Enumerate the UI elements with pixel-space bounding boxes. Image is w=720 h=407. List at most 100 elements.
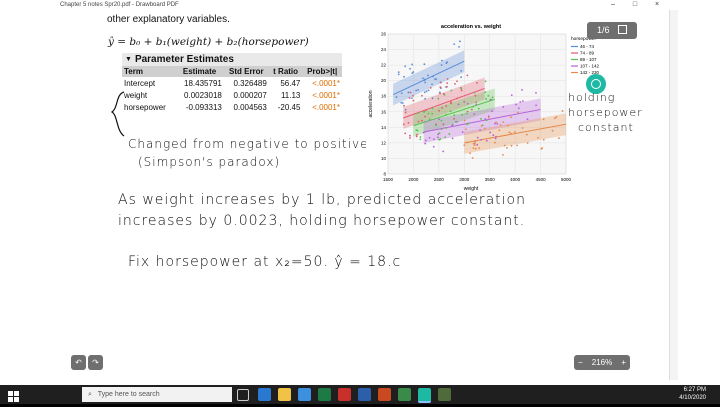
maximize-button[interactable]: □ [624, 0, 646, 10]
y-tick-label: 24 [381, 47, 387, 52]
data-point [473, 113, 476, 116]
data-point [416, 133, 418, 136]
y-tick-label: 16 [381, 109, 387, 114]
data-point [401, 102, 404, 104]
data-point [446, 85, 448, 88]
data-point [494, 141, 496, 144]
store-icon[interactable] [298, 388, 311, 401]
data-point [510, 116, 513, 119]
data-point [435, 78, 437, 80]
data-point [455, 120, 457, 123]
data-point [474, 140, 477, 142]
data-point [439, 92, 441, 95]
task-view-icon[interactable] [237, 389, 249, 401]
data-point [443, 93, 446, 96]
data-point [415, 129, 418, 131]
data-point [473, 144, 476, 146]
app-icon[interactable] [438, 388, 451, 401]
data-point [485, 119, 488, 122]
data-point [460, 76, 463, 79]
data-point [423, 91, 426, 94]
zoom-control: − 216% + [574, 355, 630, 370]
x-tick-label: 3000 [459, 177, 470, 182]
search-placeholder: Type here to search [97, 391, 160, 398]
data-point [457, 103, 460, 106]
zoom-out-button[interactable]: − [578, 355, 583, 370]
app-icon[interactable] [398, 388, 411, 401]
t-ratio-cell: 11.13 [280, 90, 301, 100]
data-point [451, 124, 453, 127]
data-point [487, 116, 490, 119]
data-point [432, 75, 434, 78]
data-point [521, 100, 524, 103]
note-line: (Simpson's paradox) [138, 155, 281, 169]
data-point [460, 69, 462, 72]
powerpoint-icon[interactable] [378, 388, 391, 401]
data-point [412, 99, 415, 102]
zoom-in-button[interactable]: + [621, 355, 626, 370]
taskbar-search[interactable]: ⌕ Type here to search [82, 387, 232, 402]
data-point [510, 144, 513, 147]
data-point [525, 133, 528, 136]
x-tick-label: 4000 [510, 177, 521, 182]
data-point [424, 81, 427, 84]
redo-button[interactable]: ↷ [88, 355, 103, 370]
regression-equation: ŷ = b₀ + b₁(weight) + b₂(horsepower) [108, 36, 309, 48]
data-point [423, 110, 426, 113]
drawboard-icon[interactable] [418, 388, 431, 403]
data-point [453, 43, 456, 46]
minimize-button[interactable]: – [602, 0, 624, 10]
x-tick-label: 2000 [408, 177, 419, 182]
data-point [431, 107, 434, 110]
table-row: weight 0.0023018 0.000207 11.13 <.0001* [122, 89, 342, 101]
collapse-triangle-icon[interactable]: ▼ [125, 56, 132, 63]
data-point [537, 136, 539, 139]
data-point [422, 131, 425, 134]
system-clock[interactable]: 6:27 PM 4/10/2020 [679, 386, 706, 402]
data-point [404, 132, 407, 135]
p-value-cell: <.0001* [312, 90, 340, 100]
data-point [402, 123, 405, 126]
data-point [558, 137, 560, 140]
data-point [421, 119, 423, 122]
data-point [476, 136, 479, 139]
pdf-reader-icon[interactable] [338, 388, 351, 401]
estimate-cell: -0.093313 [185, 102, 222, 112]
data-point [472, 105, 474, 108]
data-point [519, 101, 522, 103]
data-point [403, 75, 405, 78]
close-button[interactable]: × [646, 0, 668, 10]
term-cell: weight [124, 90, 148, 100]
windows-start-icon[interactable] [8, 389, 19, 402]
edge-icon[interactable] [258, 388, 271, 401]
data-point [466, 110, 469, 113]
handwritten-bracket [110, 91, 125, 137]
data-point [432, 145, 435, 148]
data-point [474, 94, 477, 97]
data-point [463, 100, 466, 103]
data-point [453, 117, 455, 120]
grid-view-icon[interactable] [618, 25, 628, 34]
word-icon[interactable] [358, 388, 371, 401]
handwritten-statement: As weight increases by 1 lb, predicted a… [118, 190, 526, 232]
undo-button[interactable]: ↶ [71, 355, 86, 370]
data-point [409, 67, 411, 70]
data-point [489, 131, 492, 134]
data-point [417, 120, 420, 123]
data-point [431, 97, 434, 100]
handwritten-note-holding: holding horsepower constant [568, 90, 643, 135]
file-explorer-icon[interactable] [278, 388, 291, 401]
data-point [484, 80, 487, 83]
excel-icon[interactable] [318, 388, 331, 401]
data-point [513, 131, 516, 133]
x-tick-label: 4500 [536, 177, 547, 182]
data-point [515, 103, 517, 106]
data-point [516, 144, 519, 147]
page-indicator[interactable]: 1/6 [587, 22, 637, 39]
data-point [502, 154, 504, 156]
data-point [424, 97, 427, 100]
data-point [446, 82, 449, 84]
data-point [466, 141, 469, 144]
data-point [476, 143, 479, 146]
data-point [487, 94, 490, 97]
